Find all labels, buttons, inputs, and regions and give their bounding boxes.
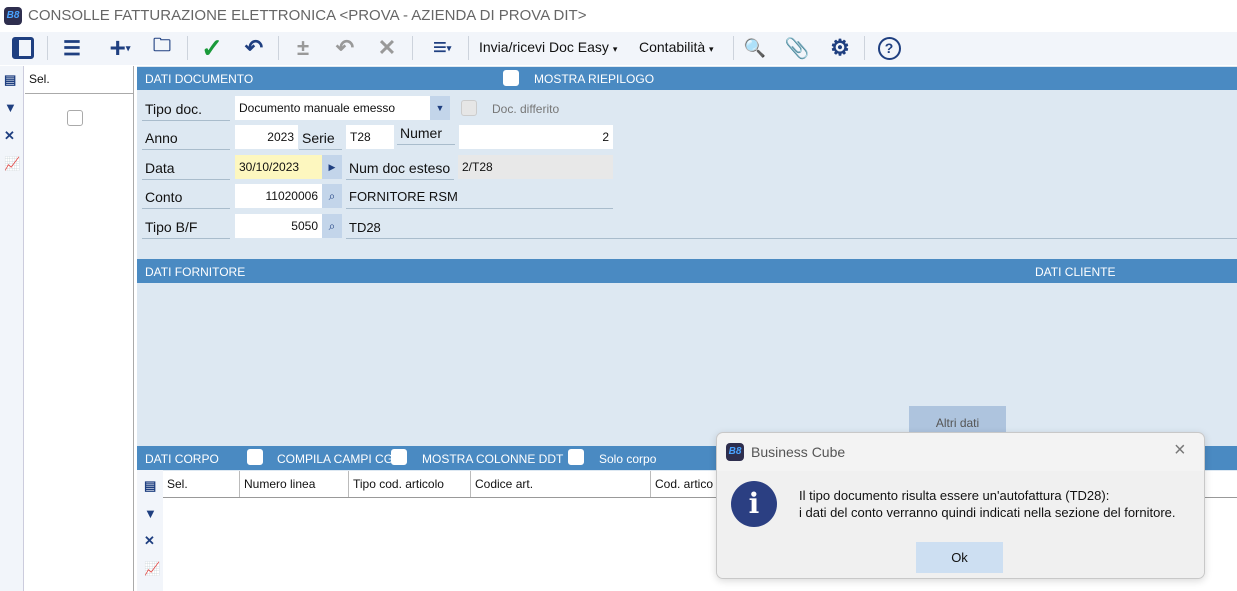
tipo-bf-description: TD28 (349, 220, 381, 235)
mostra-colonne-checkbox[interactable] (391, 449, 407, 465)
mostra-riepilogo-checkbox[interactable] (503, 70, 519, 86)
section-title: DATI FORNITORE (145, 265, 246, 279)
dati-documento-header: DATI DOCUMENTO MOSTRA RIEPILOGO (137, 67, 1237, 90)
data-label: Data (142, 156, 230, 180)
ok-button[interactable]: Ok (916, 542, 1003, 573)
clear-filter-icon[interactable]: ✕ (144, 533, 155, 549)
menu-contabilita[interactable]: Contabilità ▾ (639, 39, 714, 55)
column-header[interactable]: Sel. (163, 471, 240, 497)
search-icon[interactable]: ⌕ (322, 214, 342, 238)
filter-icon[interactable]: ▼ (4, 100, 17, 115)
tipo-bf-label: Tipo B/F (142, 215, 230, 239)
app-logo: B8 (4, 7, 22, 25)
menu-invia-ricevi[interactable]: Invia/ricevi Doc Easy ▾ (479, 39, 617, 55)
chart-icon[interactable]: 📈 (144, 561, 160, 577)
body-side-toolbar: ▤ ▼ ✕ 📈 (137, 470, 163, 591)
solo-corpo-checkbox[interactable] (568, 449, 584, 465)
column-header[interactable]: Tipo cod. articolo (349, 471, 471, 497)
add-icon[interactable]: + ▾ (100, 32, 140, 63)
serie-input[interactable]: T28 (346, 125, 394, 149)
attachment-icon[interactable]: 📎 (784, 35, 810, 61)
column-header[interactable]: Numero linea (240, 471, 349, 497)
mostra-riepilogo-label: MOSTRA RIEPILOGO (534, 72, 655, 86)
num-doc-esteso-value: 2/T28 (458, 155, 613, 179)
chart-icon[interactable]: 📈 (4, 156, 20, 172)
search-icon[interactable]: ⌕ (322, 184, 342, 208)
menu-icon[interactable]: ≡ ▾ (422, 34, 462, 61)
dialog-message-line1: Il tipo documento risulta essere un'auto… (799, 488, 1110, 503)
conto-label: Conto (142, 185, 230, 209)
title-bar: B8 CONSOLLE FATTURAZIONE ELETTRONICA <PR… (0, 0, 1237, 32)
list-icon[interactable]: ▤ (144, 478, 156, 494)
delete-row-icon[interactable]: ✕ (374, 35, 400, 61)
app-logo: B8 (726, 443, 744, 461)
undo-icon[interactable]: ↶ (240, 35, 268, 61)
document-search-icon[interactable]: 🔍 (742, 35, 768, 61)
chevron-down-icon[interactable]: ▼ (430, 96, 450, 120)
message-dialog: B8 Business Cube × i Il tipo documento r… (716, 432, 1205, 579)
conto-input[interactable]: 11020006 (235, 184, 322, 208)
divider (346, 238, 1237, 239)
numer-input[interactable]: 2 (459, 125, 613, 149)
section-title: DATI CORPO (145, 452, 219, 466)
new-list-icon[interactable]: ☰ (58, 35, 86, 61)
undo-row-icon[interactable]: ↶ (332, 35, 358, 61)
section-title: DATI DOCUMENTO (145, 72, 254, 86)
date-picker-icon[interactable]: ▶ (322, 155, 342, 179)
close-icon[interactable]: × (1174, 439, 1186, 462)
compila-campi-checkbox[interactable] (247, 449, 263, 465)
selection-header: Sel. (25, 66, 133, 94)
numer-label: Numer (397, 121, 455, 145)
filter-icon[interactable]: ▼ (144, 506, 157, 521)
column-header[interactable]: Codice art. (471, 471, 651, 497)
clear-filter-icon[interactable]: ✕ (4, 128, 15, 144)
dialog-message-line2: i dati del conto verranno quindi indicat… (799, 505, 1176, 520)
selection-list: Sel. (25, 66, 134, 591)
compila-campi-label: COMPILA CAMPI CG (277, 452, 394, 466)
window-title: CONSOLLE FATTURAZIONE ELETTRONICA <PROVA… (28, 7, 587, 24)
list-icon[interactable]: ▤ (4, 72, 16, 88)
num-doc-esteso-label: Num doc esteso (346, 156, 454, 180)
toolbar: ☰ + ▾ 🗀 ✓ ↶ ± ↶ ✕ ≡ ▾ Invia/ricevi Doc Eas… (0, 32, 1237, 65)
conto-description: FORNITORE RSM (346, 185, 613, 209)
tipo-bf-input[interactable]: 5050 (235, 214, 322, 238)
settings-gears-icon[interactable]: ⚙ (826, 35, 854, 61)
open-folder-icon[interactable]: 🗀 (148, 35, 176, 61)
tipo-doc-label: Tipo doc. (142, 97, 230, 121)
confirm-check-icon[interactable]: ✓ (198, 33, 226, 63)
solo-corpo-label: Solo corpo (599, 452, 657, 466)
info-icon: i (731, 481, 777, 527)
mostra-colonne-label: MOSTRA COLONNE DDT (422, 452, 564, 466)
serie-label: Serie (299, 126, 342, 150)
dialog-title: Business Cube (751, 444, 846, 460)
anno-input[interactable]: 2023 (235, 125, 298, 149)
insert-row-icon[interactable]: ± (290, 35, 316, 61)
doc-differito-checkbox[interactable] (461, 100, 477, 116)
left-side-toolbar: ▤ ▼ ✕ 📈 (0, 66, 24, 591)
help-icon[interactable]: ? (876, 35, 902, 61)
anno-label: Anno (142, 126, 230, 150)
doc-differito-label: Doc. differito (492, 102, 560, 116)
select-checkbox[interactable] (67, 110, 83, 126)
data-input[interactable]: 30/10/2023 (235, 155, 322, 179)
panel-toggle-icon[interactable] (10, 35, 36, 61)
section-title: DATI CLIENTE (1035, 265, 1116, 279)
tipo-doc-select[interactable]: Documento manuale emesso (235, 96, 431, 120)
dati-fornitore-header: DATI FORNITORE DATI CLIENTE (137, 259, 1237, 283)
